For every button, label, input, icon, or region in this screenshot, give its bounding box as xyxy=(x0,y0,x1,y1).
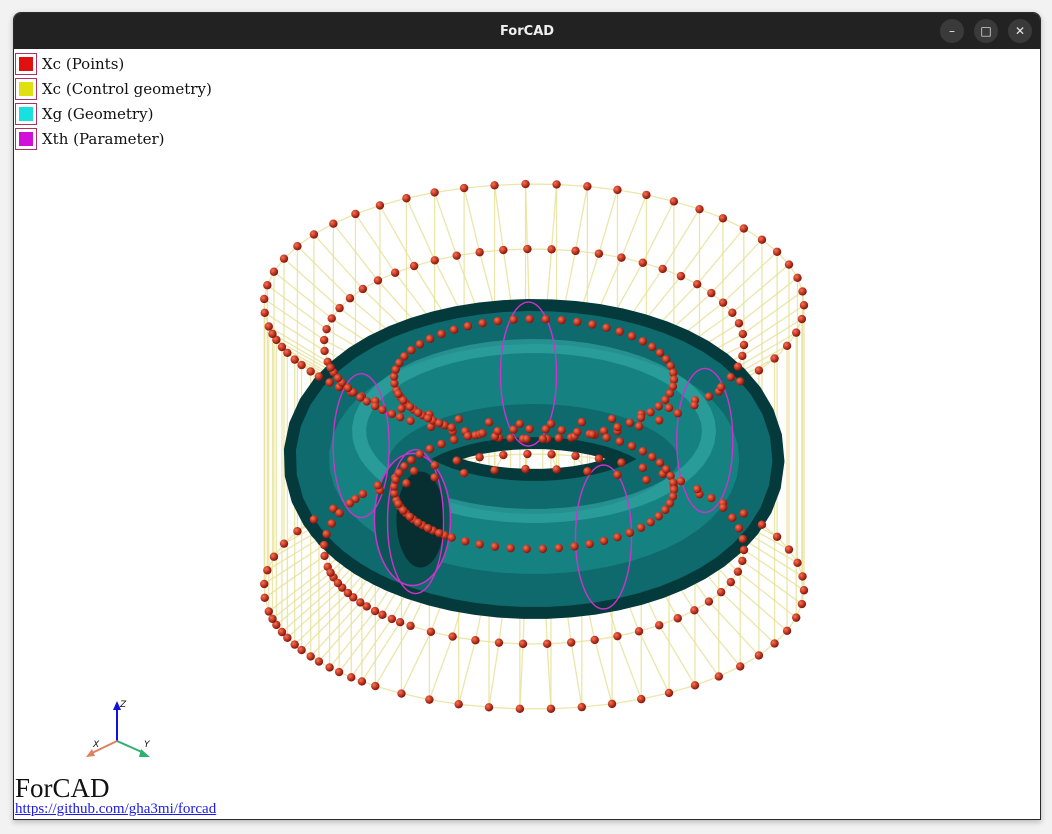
legend-label-control-geometry: Xc (Control geometry) xyxy=(42,79,212,98)
legend-label-geometry: Xg (Geometry) xyxy=(42,104,154,123)
legend-label-parameter: Xth (Parameter) xyxy=(42,129,165,148)
legend: Xc (Points) Xc (Control geometry) Xg (Ge… xyxy=(15,51,212,151)
legend-item-points[interactable]: Xc (Points) xyxy=(15,51,212,76)
geometry-swatch-fill xyxy=(19,106,33,121)
legend-label-points: Xc (Points) xyxy=(42,54,125,73)
title-bar[interactable]: ForCAD – □ ✕ xyxy=(14,13,1040,49)
parameter-swatch-icon[interactable] xyxy=(15,127,37,150)
minimize-button[interactable]: – xyxy=(940,19,964,43)
parameter-swatch-fill xyxy=(19,131,33,146)
axes-triad-icon: Z X Y xyxy=(86,700,151,757)
legend-item-parameter[interactable]: Xth (Parameter) xyxy=(15,126,212,151)
control-geometry-swatch-fill xyxy=(19,81,33,96)
app-window: ForCAD – □ ✕ Xc (Points) Xc (Control geo… xyxy=(13,12,1041,820)
points-swatch-icon[interactable] xyxy=(15,52,37,75)
control-geometry-swatch-icon[interactable] xyxy=(15,77,37,100)
torus-scene[interactable] xyxy=(14,49,1040,819)
points-swatch-fill xyxy=(19,56,33,71)
axis-z-label: Z xyxy=(119,700,127,710)
window-title: ForCAD xyxy=(499,23,555,39)
github-link[interactable]: https://github.com/gha3mi/forcad xyxy=(15,801,216,818)
axis-x-label: X xyxy=(92,740,100,750)
3d-viewport[interactable]: Xc (Points) Xc (Control geometry) Xg (Ge… xyxy=(14,49,1040,819)
legend-item-control-geometry[interactable]: Xc (Control geometry) xyxy=(15,76,212,101)
axis-y-label: Y xyxy=(144,740,151,750)
maximize-button[interactable]: □ xyxy=(974,19,998,43)
close-button[interactable]: ✕ xyxy=(1008,19,1032,43)
geometry-surface xyxy=(283,299,785,619)
legend-item-geometry[interactable]: Xg (Geometry) xyxy=(15,101,212,126)
geometry-swatch-icon[interactable] xyxy=(15,102,37,125)
brand-label: ForCAD xyxy=(15,773,110,803)
